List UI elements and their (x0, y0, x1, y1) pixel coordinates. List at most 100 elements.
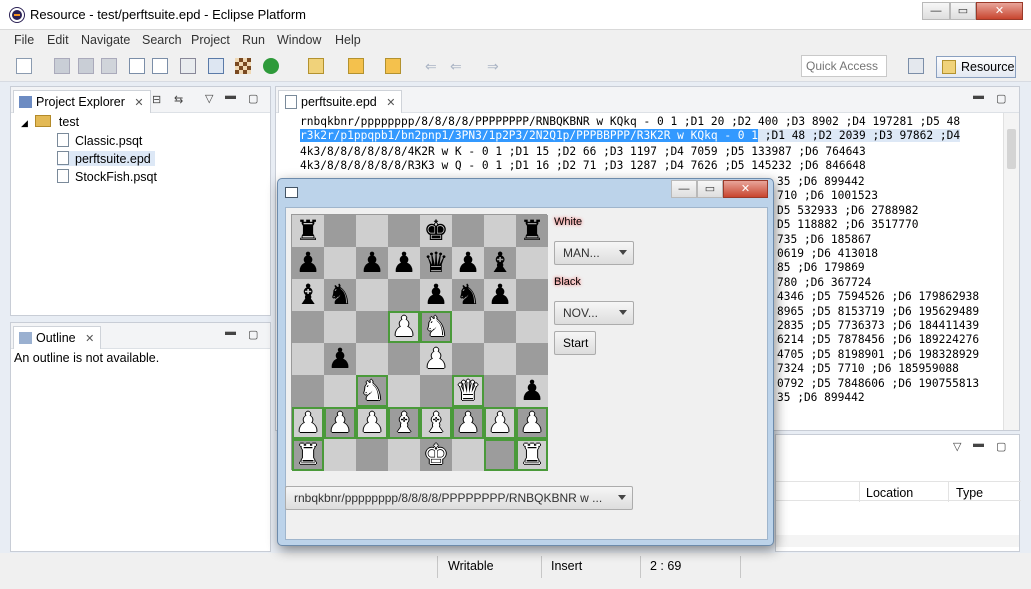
board-square[interactable] (356, 215, 388, 247)
board-square[interactable] (292, 311, 324, 343)
board-square[interactable]: ♟ (388, 311, 420, 343)
board-square[interactable] (484, 375, 516, 407)
board-square[interactable] (292, 343, 324, 375)
board-square[interactable] (452, 343, 484, 375)
editor-line-3[interactable]: 4k3/8/8/8/8/8/8/4K2R w K - 0 1 ;D1 15 ;D… (300, 145, 866, 158)
menu-help[interactable]: Help (335, 33, 361, 47)
board-square[interactable] (356, 279, 388, 311)
board-square[interactable] (388, 375, 420, 407)
previous-annotation-icon[interactable] (385, 58, 401, 74)
board-square[interactable]: ♝ (292, 279, 324, 311)
board-square[interactable] (516, 311, 548, 343)
dialog-restore-button[interactable]: ▭ (697, 180, 723, 198)
board-view-icon[interactable] (208, 58, 224, 74)
board-square[interactable]: ♚ (420, 439, 452, 471)
editor-line-2[interactable]: r3k2r/p1ppqpb1/bn2pnp1/3PN3/1p2P3/2N2Q1p… (300, 129, 961, 142)
suite-icon[interactable] (180, 58, 196, 74)
column-location[interactable]: Location (866, 486, 913, 500)
board-square[interactable] (484, 343, 516, 375)
board-square[interactable]: ♟ (420, 343, 452, 375)
menu-run[interactable]: Run (242, 33, 265, 47)
board-square[interactable] (516, 343, 548, 375)
editor-line-tail[interactable]: 6214 ;D5 7878456 ;D6 189224276 (777, 333, 979, 346)
tree-file-perftsuite[interactable]: perftsuite.epd (57, 151, 155, 166)
board-square[interactable] (388, 215, 420, 247)
board-square[interactable] (420, 375, 452, 407)
board-square[interactable]: ♟ (356, 247, 388, 279)
open-perspective-icon[interactable] (908, 58, 924, 74)
scroll-thumb[interactable] (1007, 129, 1016, 169)
expand-icon[interactable]: ◢ (21, 118, 28, 128)
tree-file-stockfish[interactable]: StockFish.psqt (57, 169, 157, 184)
last-edit-icon[interactable]: ⇐ (425, 58, 441, 74)
fen-select[interactable]: rnbqkbnr/pppppppp/8/8/8/8/PPPPPPPP/RNBQK… (285, 486, 633, 510)
board-square[interactable]: ♟ (388, 247, 420, 279)
board-square[interactable]: ♝ (420, 407, 452, 439)
board-square[interactable]: ♞ (452, 279, 484, 311)
minimize-view-icon[interactable]: ▬ (973, 90, 984, 102)
save-icon[interactable] (54, 58, 70, 74)
minimize-button[interactable]: — (922, 2, 950, 20)
collapse-all-icon[interactable]: ⊟ (152, 93, 161, 106)
board-square[interactable]: ♞ (420, 311, 452, 343)
maximize-view-icon[interactable]: ▢ (248, 92, 258, 105)
white-bishop-icon[interactable]: ♝ (391, 406, 416, 439)
open-type-icon[interactable] (129, 58, 145, 74)
chess-board[interactable]: ♜ ♚ ♜ ♟ ♟ ♟ ♛ ♟ ♝ ♝ ♞ ♟ ♞ ♟ ♟ ♞ ♟ ♟ ♞ ♛ ♟ ♟ ♟ ♟ ♝ ♝ ♟ ♟ ♟ ♜ ♚ ♜ (291, 214, 548, 471)
board-square[interactable] (452, 311, 484, 343)
white-pawn-icon[interactable]: ♟ (295, 406, 320, 439)
white-knight-icon[interactable]: ♞ (423, 310, 448, 343)
menu-navigate[interactable]: Navigate (81, 33, 130, 47)
menu-search[interactable]: Search (142, 33, 182, 47)
maximize-view-icon[interactable]: ▢ (996, 92, 1006, 105)
view-menu-icon[interactable]: ▽ (953, 440, 961, 453)
close-button[interactable]: ✕ (976, 2, 1023, 20)
quick-access-input[interactable] (801, 55, 887, 77)
dialog-minimize-button[interactable]: — (671, 180, 697, 198)
board-square[interactable]: ♜ (516, 215, 548, 247)
board-square[interactable] (356, 439, 388, 471)
black-pawn-icon[interactable]: ♟ (519, 374, 544, 407)
editor-line-tail[interactable]: 780 ;D6 367724 (777, 276, 871, 289)
white-bishop-icon[interactable]: ♝ (423, 406, 448, 439)
column-type[interactable]: Type (956, 486, 983, 500)
white-pawn-icon[interactable]: ♟ (423, 342, 448, 375)
board-square[interactable] (356, 311, 388, 343)
editor-line-tail[interactable]: 7324 ;D5 7710 ;D6 185959088 (777, 362, 959, 375)
board-square[interactable]: ♜ (292, 439, 324, 471)
board-square[interactable] (324, 311, 356, 343)
black-pawn-icon[interactable]: ♟ (327, 342, 352, 375)
vertical-scrollbar[interactable] (1003, 113, 1019, 430)
board-square[interactable] (388, 439, 420, 471)
editor-line-1[interactable]: rnbqkbnr/pppppppp/8/8/8/8/PPPPPPPP/RNBQK… (300, 115, 960, 128)
black-knight-icon[interactable]: ♞ (327, 278, 352, 311)
link-editor-icon[interactable]: ⇆ (174, 93, 183, 106)
save-all-icon[interactable] (78, 58, 94, 74)
white-rook-icon[interactable]: ♜ (295, 438, 320, 471)
minimize-view-icon[interactable]: ▬ (973, 438, 984, 450)
run-icon[interactable] (263, 58, 279, 74)
board-square[interactable]: ♜ (516, 439, 548, 471)
board-square[interactable]: ♟ (452, 407, 484, 439)
tree-project-test[interactable]: ◢ test (21, 115, 79, 129)
board-square[interactable] (388, 279, 420, 311)
chess-board-icon[interactable] (235, 58, 251, 74)
restore-button[interactable]: ▭ (950, 2, 976, 20)
tab-perftsuite[interactable]: perftsuite.epd ✕ (278, 90, 403, 113)
tab-project-explorer[interactable]: Project Explorer ✕ (13, 90, 151, 113)
board-square[interactable] (452, 215, 484, 247)
menu-window[interactable]: Window (277, 33, 321, 47)
board-square[interactable] (452, 439, 484, 471)
board-square[interactable]: ♟ (324, 343, 356, 375)
board-square[interactable] (516, 247, 548, 279)
black-bishop-icon[interactable]: ♝ (487, 246, 512, 279)
maximize-view-icon[interactable]: ▢ (996, 440, 1006, 453)
black-rook-icon[interactable]: ♜ (519, 214, 544, 247)
board-square[interactable]: ♟ (452, 247, 484, 279)
editor-line-tail[interactable]: 8965 ;D5 8153719 ;D6 195629489 (777, 305, 979, 318)
editor-line-tail[interactable]: 0792 ;D5 7848606 ;D6 190755813 (777, 377, 979, 390)
board-square[interactable]: ♝ (484, 247, 516, 279)
horizontal-scrollbar[interactable] (776, 535, 1019, 547)
board-square[interactable]: ♟ (516, 407, 548, 439)
white-knight-icon[interactable]: ♞ (359, 374, 384, 407)
